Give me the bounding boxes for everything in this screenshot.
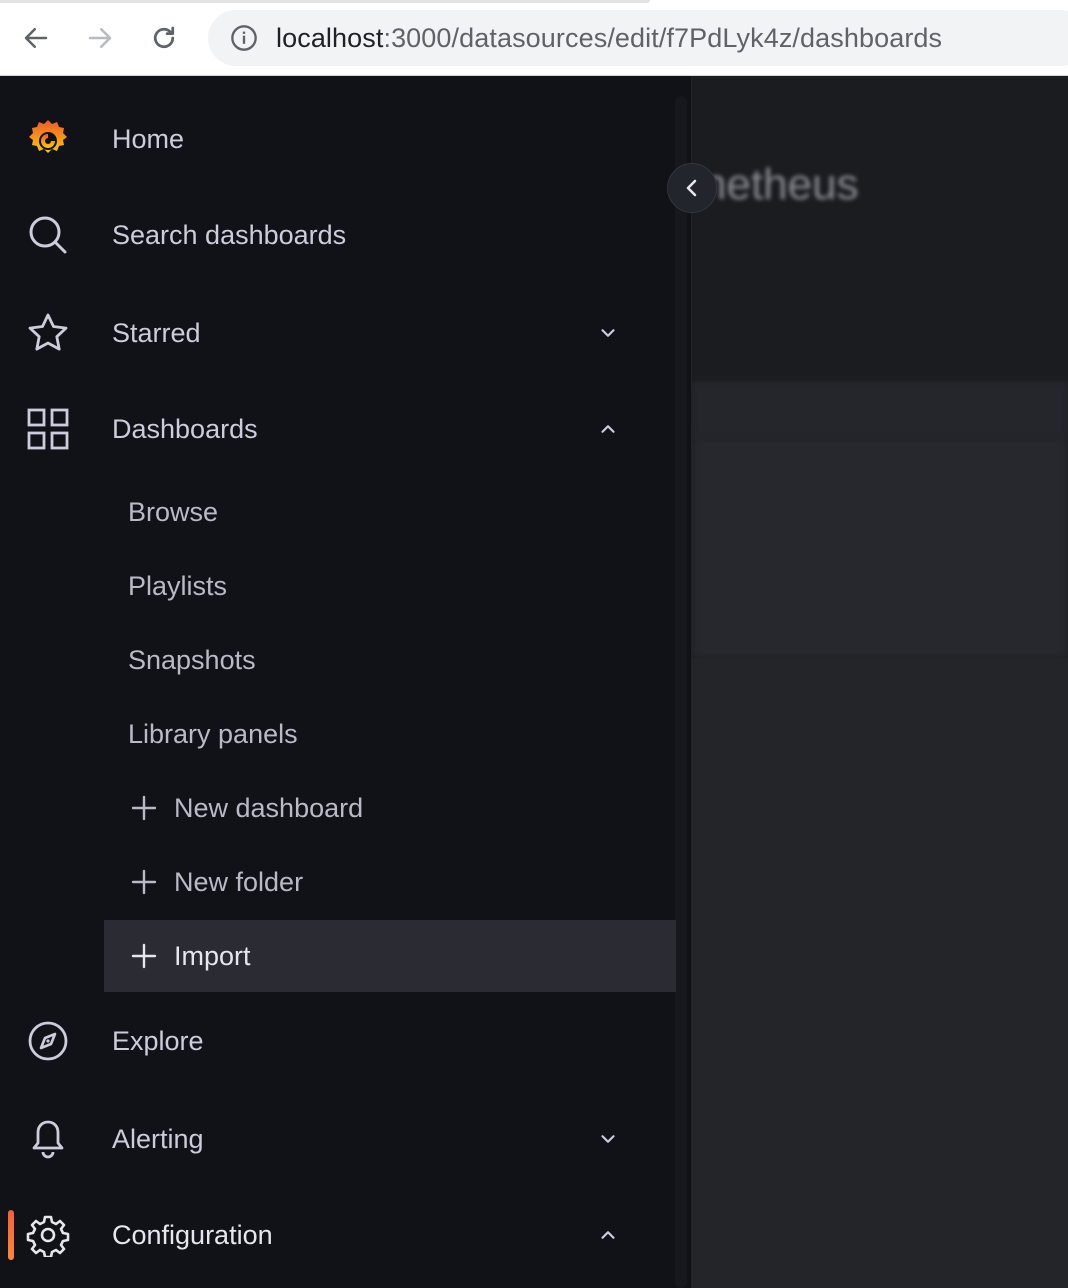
active-indicator [8,1210,14,1260]
sidebar-item-configuration[interactable]: Configuration [0,1200,676,1270]
sidebar-subitem-snapshots[interactable]: Snapshots [104,624,676,696]
sidebar-subitem-label: Library panels [128,718,298,749]
sidebar-item-label: Starred [112,317,201,348]
page-body-backdrop [692,658,1068,1288]
sidebar-subitem-library-panels[interactable]: Library panels [104,698,676,770]
sidebar-item-label: Home [112,123,185,154]
search-icon [26,213,70,257]
chevron-up-icon[interactable] [596,417,620,441]
address-bar[interactable]: localhost:3000/datasources/edit/f7PdLyk4… [208,10,1068,66]
sidebar-scrollbar[interactable] [675,96,687,1288]
sidebar-item-alerting[interactable]: Alerting [0,1104,676,1174]
sidebar-item-label: Alerting [112,1123,204,1154]
compass-icon [26,1019,70,1063]
url-path: :3000/datasources/edit/f7PdLyk4z/dashboa… [383,22,943,53]
sidebar-subitem-label: Snapshots [128,644,256,675]
info-icon[interactable] [230,24,258,52]
sidebar-subitem-label: New folder [174,866,304,897]
arrow-left-icon [24,28,48,48]
sidebar-item-dashboards[interactable]: Dashboards [0,394,676,464]
url-text: localhost:3000/datasources/edit/f7PdLyk4… [276,23,942,54]
back-button[interactable] [16,18,56,58]
sidebar-subitem-playlists[interactable]: Playlists [104,550,676,622]
plus-icon [130,794,158,822]
reload-icon [153,26,175,49]
url-host: localhost [276,22,384,53]
sidebar-item-home[interactable]: Home [0,104,676,174]
reload-button[interactable] [144,18,184,58]
sidebar-subitem-new-dashboard[interactable]: New dashboard [104,772,676,844]
page-title: netheus [702,160,859,209]
page-header-backdrop [692,76,1068,382]
chevron-down-icon[interactable] [596,321,620,345]
grafana-logo-icon [26,117,70,161]
sidebar-item-explore[interactable]: Explore [0,1006,676,1076]
browser-tab-strip [0,0,650,3]
plus-icon [130,942,158,970]
sidebar-item-label: Explore [112,1025,204,1056]
collapse-menu-button[interactable] [667,163,717,213]
content-backdrop [692,438,1068,658]
bell-icon [26,1117,70,1161]
sidebar-subitem-browse[interactable]: Browse [104,476,676,548]
arrow-right-icon [88,28,112,48]
plus-icon [130,868,158,896]
chevron-up-icon[interactable] [596,1223,620,1247]
sidebar-subitem-label: Playlists [128,570,228,601]
sidebar-subitem-label: Browse [128,496,219,527]
main-content-obscured: netheus [692,76,1068,1288]
forward-button[interactable] [80,18,120,58]
chevron-left-icon [686,179,697,197]
sidebar-subitem-label: New dashboard [174,792,364,823]
apps-icon [26,407,70,451]
sidebar-item-label: Configuration [112,1219,273,1250]
tab-bar-backdrop [692,382,1068,438]
sidebar-subitem-label: Import [174,940,251,971]
sidebar-subitem-new-folder[interactable]: New folder [104,846,676,918]
sidebar-subitem-import[interactable]: Import [104,920,676,992]
chevron-down-icon[interactable] [596,1127,620,1151]
sidebar-item-label: Search dashboards [112,219,347,250]
sidebar-item-search[interactable]: Search dashboards [0,200,676,270]
sidebar-item-starred[interactable]: Starred [0,298,676,368]
browser-toolbar: localhost:3000/datasources/edit/f7PdLyk4… [0,0,1068,76]
sidebar-item-label: Dashboards [112,413,258,444]
star-icon [26,311,70,355]
cog-icon [26,1213,70,1257]
